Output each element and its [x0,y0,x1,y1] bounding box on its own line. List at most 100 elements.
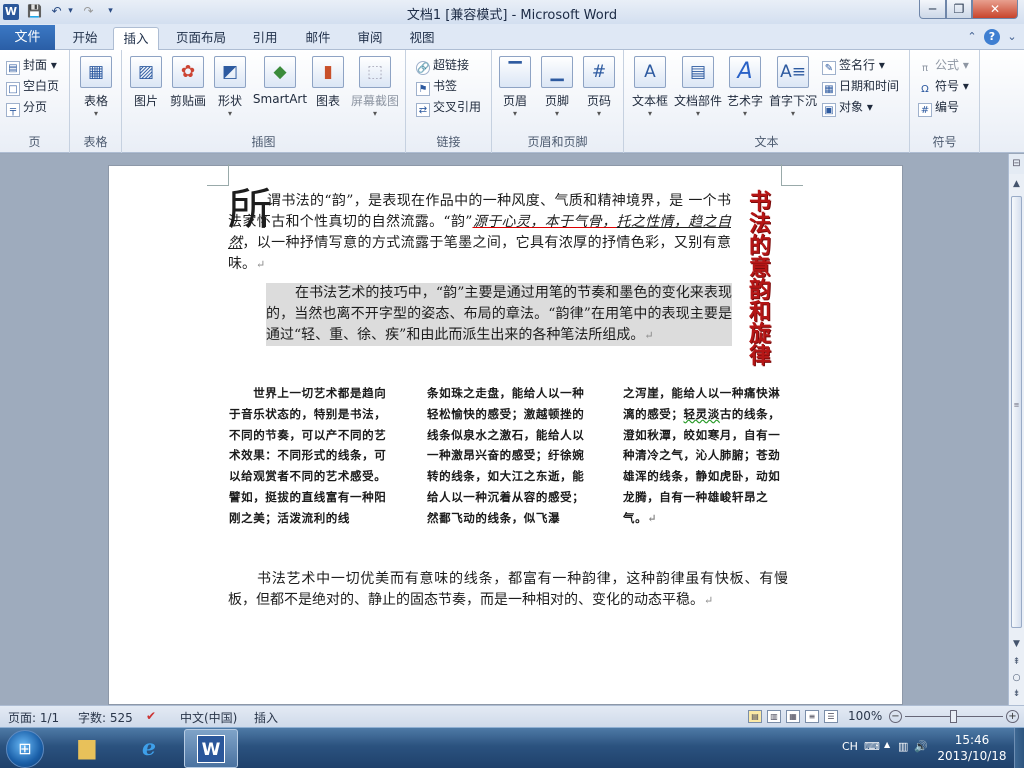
screenshot-icon: ⬚ [359,56,391,88]
document-page[interactable]: 所 谓书法的“韵”，是表现在作品中的一种风度、气质和精神境界，是 一个书法家怀古… [108,164,903,705]
tab-references[interactable]: 引用 [243,27,287,50]
keyboard-icon[interactable]: ⌨ [864,740,880,753]
start-button[interactable]: ⊞ [6,730,44,768]
cover-page-button[interactable]: ▤ 封面 ▾ [6,55,57,75]
web-layout-icon[interactable]: ▦ [786,710,800,723]
hyperlink-icon: 🔗 [416,61,430,75]
input-language[interactable]: CH [842,740,858,753]
tab-home[interactable]: 开始 [60,27,110,50]
language-indicator[interactable]: 中文(中国) [180,709,237,726]
chart-icon: ▮ [312,56,344,88]
group-label-text: 文本 [754,135,779,149]
print-layout-icon[interactable]: ▤ [748,710,762,723]
tab-page-layout[interactable]: 页面布局 [168,27,234,50]
ruler-toggle-icon[interactable]: ⊟ [1008,154,1024,174]
previous-page-icon[interactable]: ⇞ [1009,654,1024,670]
vertical-scrollbar[interactable]: ▲ ≡ ▼ ⇞ ○ ⇟ [1008,174,1024,705]
clock-time: 15:46 [954,733,990,747]
page-count[interactable]: 页面: 1/1 [8,709,59,726]
tab-mailings[interactable]: 邮件 [296,27,340,50]
tab-insert[interactable]: 插入 [113,27,159,50]
hyperlink-button[interactable]: 🔗 超链接 [416,55,469,75]
quickparts-icon: ▤ [682,56,714,88]
text-column-1: 世界上一切艺术都是趋向于音乐状态的，特别是书法，不同的节奏，可以产不同的艺术效果… [229,386,387,525]
windows-taskbar: ⊞ ▆ e W CH ⌨ ▲ ▥ 🔊 15:46 2013/10/18 [0,727,1024,768]
screenshot-button[interactable]: ⬚ 屏幕截图 ▾ [350,54,400,118]
page-number-button[interactable]: # 页码 ▾ [582,54,616,118]
restore-button[interactable]: ❐ [946,0,972,19]
scroll-down-icon[interactable]: ▼ [1009,636,1024,652]
object-button[interactable]: ▣ 对象 ▾ [822,97,873,117]
smartart-icon: ◆ [264,56,296,88]
textbox-button[interactable]: A 文本框 ▾ [630,54,670,118]
picture-button[interactable]: ▨ 图片 [128,54,164,109]
group-label-links: 链接 [436,135,461,149]
outline-icon[interactable]: ≡ [805,710,819,723]
zoom-out-icon[interactable]: − [889,710,902,723]
tab-file[interactable]: 文件 [0,25,55,50]
chart-button[interactable]: ▮ 图表 [312,54,344,109]
table-button[interactable]: ▦ 表格 ▾ [78,54,114,118]
tray-expand-icon[interactable]: ▲ [884,740,890,749]
proofing-icon[interactable]: ✔ [146,709,156,723]
internet-explorer-icon[interactable]: e [122,729,176,768]
shapes-button[interactable]: ◩ 形状 ▾ [214,54,246,118]
bookmark-icon: ⚑ [416,82,430,96]
word-app-icon: W [197,735,225,763]
show-desktop-button[interactable] [1014,728,1024,768]
scrollbar-thumb[interactable]: ≡ [1011,196,1022,628]
tab-review[interactable]: 审阅 [348,27,392,50]
crop-mark [781,164,803,186]
group-label-pages: 页 [28,135,41,149]
ribbon-expand-icon[interactable]: ⌄ [1004,29,1020,45]
crop-mark [207,164,229,186]
file-explorer-icon[interactable]: ▆ [60,729,114,768]
window-title: 文档1 [兼容模式] - Microsoft Word [406,8,618,23]
signature-line-button[interactable]: ✎ 签名行 ▾ [822,55,885,75]
bookmark-button[interactable]: ⚑ 书签 [416,76,457,96]
smartart-button[interactable]: ◆ SmartArt [252,54,308,106]
crossref-button[interactable]: ⇄ 交叉引用 [416,97,481,117]
page-break-button[interactable]: ╤ 分页 [6,97,47,117]
system-clock[interactable]: 15:46 2013/10/18 [934,732,1010,764]
vertical-wordart-title[interactable]: 书 法 的 意 韵 和 旋 律 [743,192,777,368]
full-screen-reading-icon[interactable]: ▥ [767,710,781,723]
clipart-button[interactable]: ✿ 剪贴画 [168,54,208,109]
blank-page-icon: □ [6,82,20,96]
scroll-up-icon[interactable]: ▲ [1009,176,1024,192]
numbering-button[interactable]: # 编号 [918,97,959,117]
group-symbols: π 公式 ▾ Ω 符号 ▾ # 编号 符号 [910,50,980,153]
group-label-header-footer: 页眉和页脚 [527,135,588,149]
minimize-ribbon-icon[interactable]: ⌃ [964,29,980,45]
minimize-button[interactable]: ─ [919,0,946,19]
symbol-button[interactable]: Ω 符号 ▾ [918,76,969,96]
paragraph-mark: ↵ [647,511,658,525]
zoom-level[interactable]: 100% [848,709,882,723]
datetime-button[interactable]: ▦ 日期和时间 [822,76,899,96]
network-icon[interactable]: ▥ [898,740,908,753]
tab-view[interactable]: 视图 [400,27,444,50]
blank-page-button[interactable]: □ 空白页 [6,76,59,96]
draft-icon[interactable]: ☰ [824,710,838,723]
word-count[interactable]: 字数: 525 [78,709,133,726]
zoom-slider-thumb[interactable] [950,710,957,723]
browse-object-icon[interactable]: ○ [1009,670,1024,686]
quickparts-button[interactable]: ▤ 文档部件 ▾ [674,54,722,118]
volume-icon[interactable]: 🔊 [914,740,928,753]
insert-mode[interactable]: 插入 [254,709,278,726]
word-taskbar-button[interactable]: W [184,729,238,768]
group-illustrations: ▨ 图片 ✿ 剪贴画 ◩ 形状 ▾ ◆ SmartArt ▮ 图表 ⬚ 屏幕截图 ▾ 插图 [122,50,406,153]
equation-button[interactable]: π 公式 ▾ [918,55,969,75]
zoom-in-icon[interactable]: + [1006,710,1019,723]
footer-button[interactable]: ▁ 页脚 ▾ [540,54,574,118]
signature-icon: ✎ [822,61,836,75]
header-button[interactable]: ▔ 页眉 ▾ [498,54,532,118]
next-page-icon[interactable]: ⇟ [1009,686,1024,702]
cover-page-icon: ▤ [6,61,20,75]
help-icon[interactable]: ? [984,29,1000,45]
dropcap-button[interactable]: A≡ 首字下沉 ▾ [768,54,818,118]
wordart-button[interactable]: A 艺术字 ▾ [726,54,764,118]
ribbon-tab-bar: 文件 开始 插入 页面布局 引用 邮件 审阅 视图 ⌃ ? ⌄ [0,24,1024,50]
close-button[interactable]: ✕ [972,0,1018,19]
clock-date: 2013/10/18 [937,749,1007,763]
